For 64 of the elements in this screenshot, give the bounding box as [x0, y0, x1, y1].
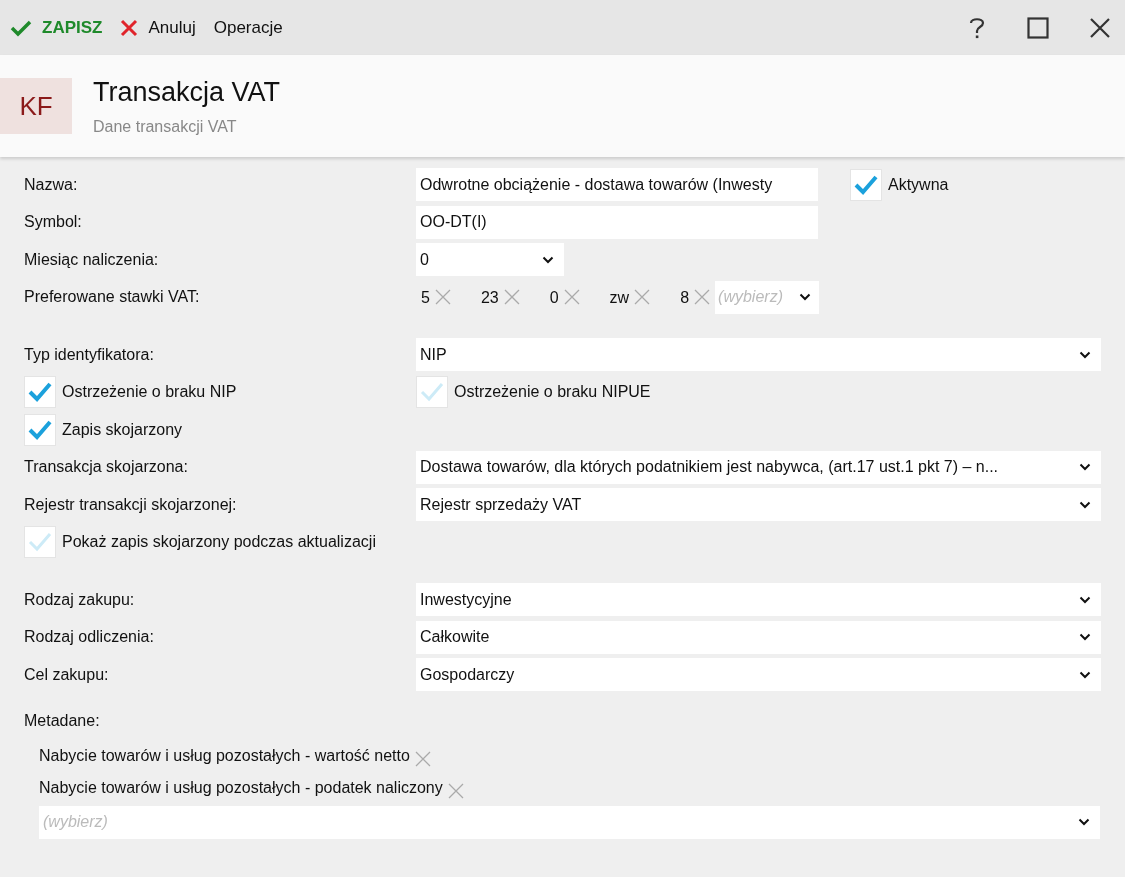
remove-icon[interactable]	[633, 288, 652, 307]
chevron-down-icon	[542, 255, 554, 264]
checkbox[interactable]	[24, 376, 56, 409]
help-icon[interactable]	[967, 15, 987, 40]
checkbox[interactable]	[850, 168, 882, 201]
cancel-button[interactable]: Anuluj	[120, 17, 196, 38]
dropdown[interactable]: Dostawa towarów, dla których podatnikiem jest nabywca, (art.17 ust.1 pkt 7) – n...	[416, 450, 1101, 484]
chevron-down-icon	[1078, 818, 1090, 826]
field-label: Transakcja skojarzona:	[24, 458, 189, 477]
page-title: Transakcja VAT	[93, 76, 281, 108]
tag-label: 8	[680, 288, 690, 308]
chevron-down-icon	[1079, 350, 1091, 359]
text-field[interactable]: OO-DT(I)	[416, 205, 818, 239]
checkmark-icon	[10, 18, 32, 37]
field-label: Cel zakupu:	[24, 665, 110, 684]
field-label: Nazwa:	[24, 175, 79, 194]
dropdown[interactable]: Gospodarczy	[416, 658, 1101, 692]
page-subtitle: Dane transakcji VAT	[93, 117, 238, 136]
chevron-down-icon	[799, 293, 812, 302]
field-label: Rodzaj odliczenia:	[24, 628, 155, 647]
maximize-icon[interactable]	[1027, 16, 1049, 39]
field-label: Rodzaj zakupu:	[24, 590, 136, 609]
metadata-item: Nabycie towarów i usług pozostałych - podatek naliczony	[39, 778, 443, 797]
dropdown[interactable]: Inwestycyjne	[416, 583, 1101, 617]
text-field[interactable]: Odwrotne obciążenie - dostawa towarów (Inwesty	[416, 168, 818, 202]
tag-label: 0	[549, 288, 559, 308]
checkbox[interactable]	[416, 376, 448, 409]
module-badge: KF	[0, 78, 72, 134]
chevron-down-icon	[1079, 633, 1091, 642]
dropdown[interactable]: NIP	[416, 338, 1101, 372]
field-label: Rejestr transakcji skojarzonej:	[24, 495, 238, 514]
close-icon[interactable]	[1089, 16, 1111, 39]
chevron-down-icon	[1079, 463, 1091, 472]
cross-icon	[120, 18, 139, 37]
remove-icon[interactable]	[562, 288, 581, 307]
operations-menu[interactable]: Operacje	[213, 17, 283, 38]
field-label: Miesiąc naliczenia:	[24, 250, 160, 269]
checkbox[interactable]	[24, 413, 56, 446]
remove-icon[interactable]	[433, 288, 452, 307]
remove-icon[interactable]	[446, 781, 465, 800]
checkbox[interactable]	[24, 526, 56, 559]
remove-icon[interactable]	[693, 288, 712, 307]
tag-label: zw	[609, 288, 630, 308]
remove-icon[interactable]	[502, 288, 521, 307]
chevron-down-icon	[1079, 595, 1091, 604]
checkbox-label: Pokaż zapis skojarzony podczas aktualizacji	[62, 533, 376, 552]
chevron-down-icon	[1079, 500, 1091, 509]
dropdown[interactable]: Rejestr sprzedaży VAT	[416, 488, 1101, 522]
dropdown[interactable]: Całkowite	[416, 620, 1101, 654]
chevron-down-icon	[1079, 670, 1091, 679]
field-label: Symbol:	[24, 213, 83, 232]
tag-label: 23	[480, 288, 499, 308]
checkbox-label: Ostrzeżenie o braku NIPUE	[454, 383, 651, 402]
remove-icon[interactable]	[413, 749, 432, 768]
dropdown[interactable]: 0	[416, 243, 564, 277]
metadata-item: Nabycie towarów i usług pozostałych - wartość netto	[39, 746, 410, 765]
checkbox-label: Aktywna	[888, 175, 949, 194]
field-label: Preferowane stawki VAT:	[24, 288, 201, 307]
field-label: Metadane:	[24, 711, 101, 730]
save-button[interactable]: ZAPISZ	[10, 17, 103, 38]
checkbox-label: Ostrzeżenie o braku NIP	[62, 383, 237, 402]
tag-label: 5	[421, 288, 430, 308]
checkbox-label: Zapis skojarzony	[62, 420, 183, 439]
field-label: Typ identyfikatora:	[24, 345, 155, 364]
